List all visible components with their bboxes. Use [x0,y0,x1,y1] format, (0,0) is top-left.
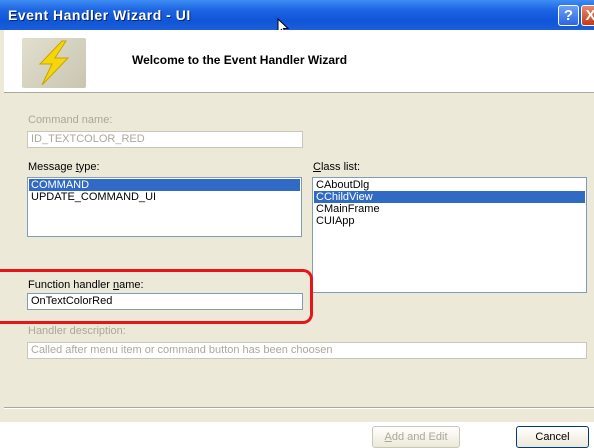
welcome-heading: Welcome to the Event Handler Wizard [132,53,348,67]
help-button[interactable]: ? [558,5,579,26]
class-item-caboutdlg[interactable]: CAboutDlg [314,179,585,191]
message-type-item-command[interactable]: COMMAND [29,179,300,191]
wizard-header: Welcome to the Event Handler Wizard [4,30,594,93]
handler-description-field: Called after menu item or command button… [27,342,587,359]
add-and-edit-button: Add and Edit [372,426,460,448]
cancel-button[interactable]: Cancel [516,426,589,448]
close-button[interactable]: X [581,5,594,26]
event-handler-wizard-window: Event Handler Wizard - UI ? X Welcome to… [0,0,594,448]
dialog-content: Welcome to the Event Handler Wizard Comm… [0,30,594,448]
class-list-label: Class list: [313,161,361,173]
message-type-label: Message type: [28,161,100,173]
class-item-cuiapp[interactable]: CUIApp [314,215,585,227]
class-list[interactable]: CAboutDlg CChildView CMainFrame CUIApp [312,177,587,293]
command-name-field: ID_TEXTCOLOR_RED [27,131,303,148]
annotation-highlight-box [0,269,313,324]
window-title: Event Handler Wizard - UI [8,7,191,23]
class-item-cmainframe[interactable]: CMainFrame [314,203,585,215]
class-item-cchildview[interactable]: CChildView [314,191,585,203]
form-area: Command name: ID_TEXTCOLOR_RED Message t… [0,93,594,448]
lightning-bolt-icon [38,40,70,86]
handler-description-label: Handler description: [28,325,126,337]
message-type-list[interactable]: COMMAND UPDATE_COMMAND_UI [27,177,302,237]
wizard-logo [22,38,86,88]
message-type-item-update-command-ui[interactable]: UPDATE_COMMAND_UI [29,191,300,203]
title-bar[interactable]: Event Handler Wizard - UI ? X [0,0,594,30]
command-name-label: Command name: [28,114,113,126]
footer-separator [4,407,594,409]
